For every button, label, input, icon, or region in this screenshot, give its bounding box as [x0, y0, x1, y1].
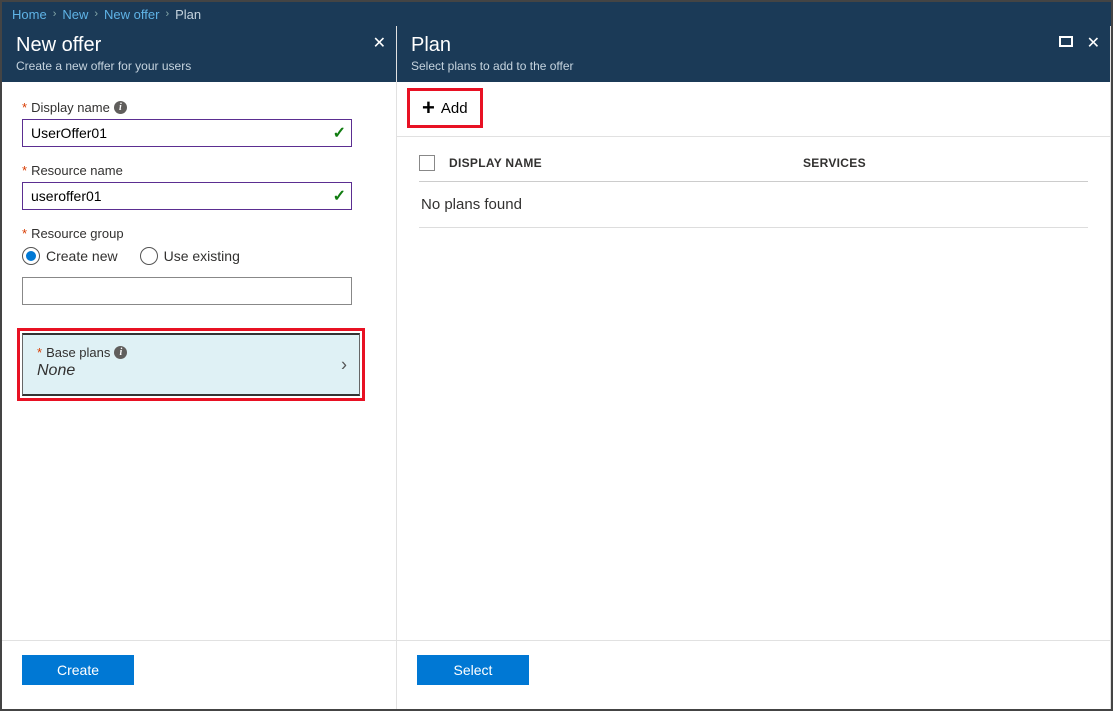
resource-name-label: * Resource name	[22, 163, 376, 178]
blade-plan: Plan Select plans to add to the offer ✕ …	[397, 26, 1111, 709]
select-all-checkbox[interactable]	[419, 155, 435, 171]
create-button[interactable]: Create	[22, 655, 134, 685]
required-indicator: *	[22, 226, 27, 241]
check-icon: ✓	[333, 186, 346, 206]
check-icon: ✓	[333, 123, 346, 143]
blade-subtitle: Select plans to add to the offer	[411, 59, 1096, 73]
info-icon[interactable]: i	[114, 346, 127, 359]
blade-header: Plan Select plans to add to the offer ✕	[397, 26, 1110, 82]
blade-title: New offer	[16, 34, 382, 57]
blade-subtitle: Create a new offer for your users	[16, 59, 382, 73]
chevron-right-icon: ›	[53, 8, 57, 20]
breadcrumb-link-home[interactable]: Home	[12, 7, 47, 22]
breadcrumb-link-new[interactable]: New	[62, 7, 88, 22]
radio-use-existing[interactable]: Use existing	[140, 247, 240, 265]
display-name-label: * Display name i	[22, 100, 376, 115]
plus-icon: +	[422, 97, 435, 119]
table-header: DISPLAY NAME SERVICES	[419, 155, 1088, 182]
breadcrumb-current: Plan	[175, 7, 201, 22]
resource-name-input[interactable]	[22, 182, 352, 210]
radio-icon	[140, 247, 158, 265]
resource-group-input[interactable]	[22, 277, 352, 305]
required-indicator: *	[22, 100, 27, 115]
base-plans-selector[interactable]: * Base plans i None ›	[22, 333, 360, 396]
radio-create-new[interactable]: Create new	[22, 247, 118, 265]
column-services[interactable]: SERVICES	[803, 156, 1088, 170]
required-indicator: *	[22, 163, 27, 178]
maximize-icon[interactable]	[1059, 36, 1073, 47]
base-plans-value: None	[37, 362, 345, 380]
close-icon[interactable]: ✕	[373, 36, 386, 52]
chevron-right-icon: ›	[341, 354, 347, 375]
resource-group-label: * Resource group	[22, 226, 376, 241]
add-button[interactable]: + Add	[412, 93, 478, 123]
empty-message: No plans found	[419, 182, 1088, 228]
radio-icon	[22, 247, 40, 265]
chevron-right-icon: ›	[165, 8, 169, 20]
breadcrumb: Home › New › New offer › Plan	[2, 2, 1111, 26]
chevron-right-icon: ›	[94, 8, 98, 20]
toolbar: + Add	[397, 82, 1110, 137]
blade-title: Plan	[411, 34, 1096, 57]
blade-header: New offer Create a new offer for your us…	[2, 26, 396, 82]
close-icon[interactable]: ✕	[1087, 36, 1100, 52]
select-button[interactable]: Select	[417, 655, 529, 685]
blade-new-offer: New offer Create a new offer for your us…	[2, 26, 397, 709]
info-icon[interactable]: i	[114, 101, 127, 114]
column-display-name[interactable]: DISPLAY NAME	[449, 156, 789, 170]
breadcrumb-link-new-offer[interactable]: New offer	[104, 7, 159, 22]
display-name-input[interactable]	[22, 119, 352, 147]
required-indicator: *	[37, 345, 42, 360]
